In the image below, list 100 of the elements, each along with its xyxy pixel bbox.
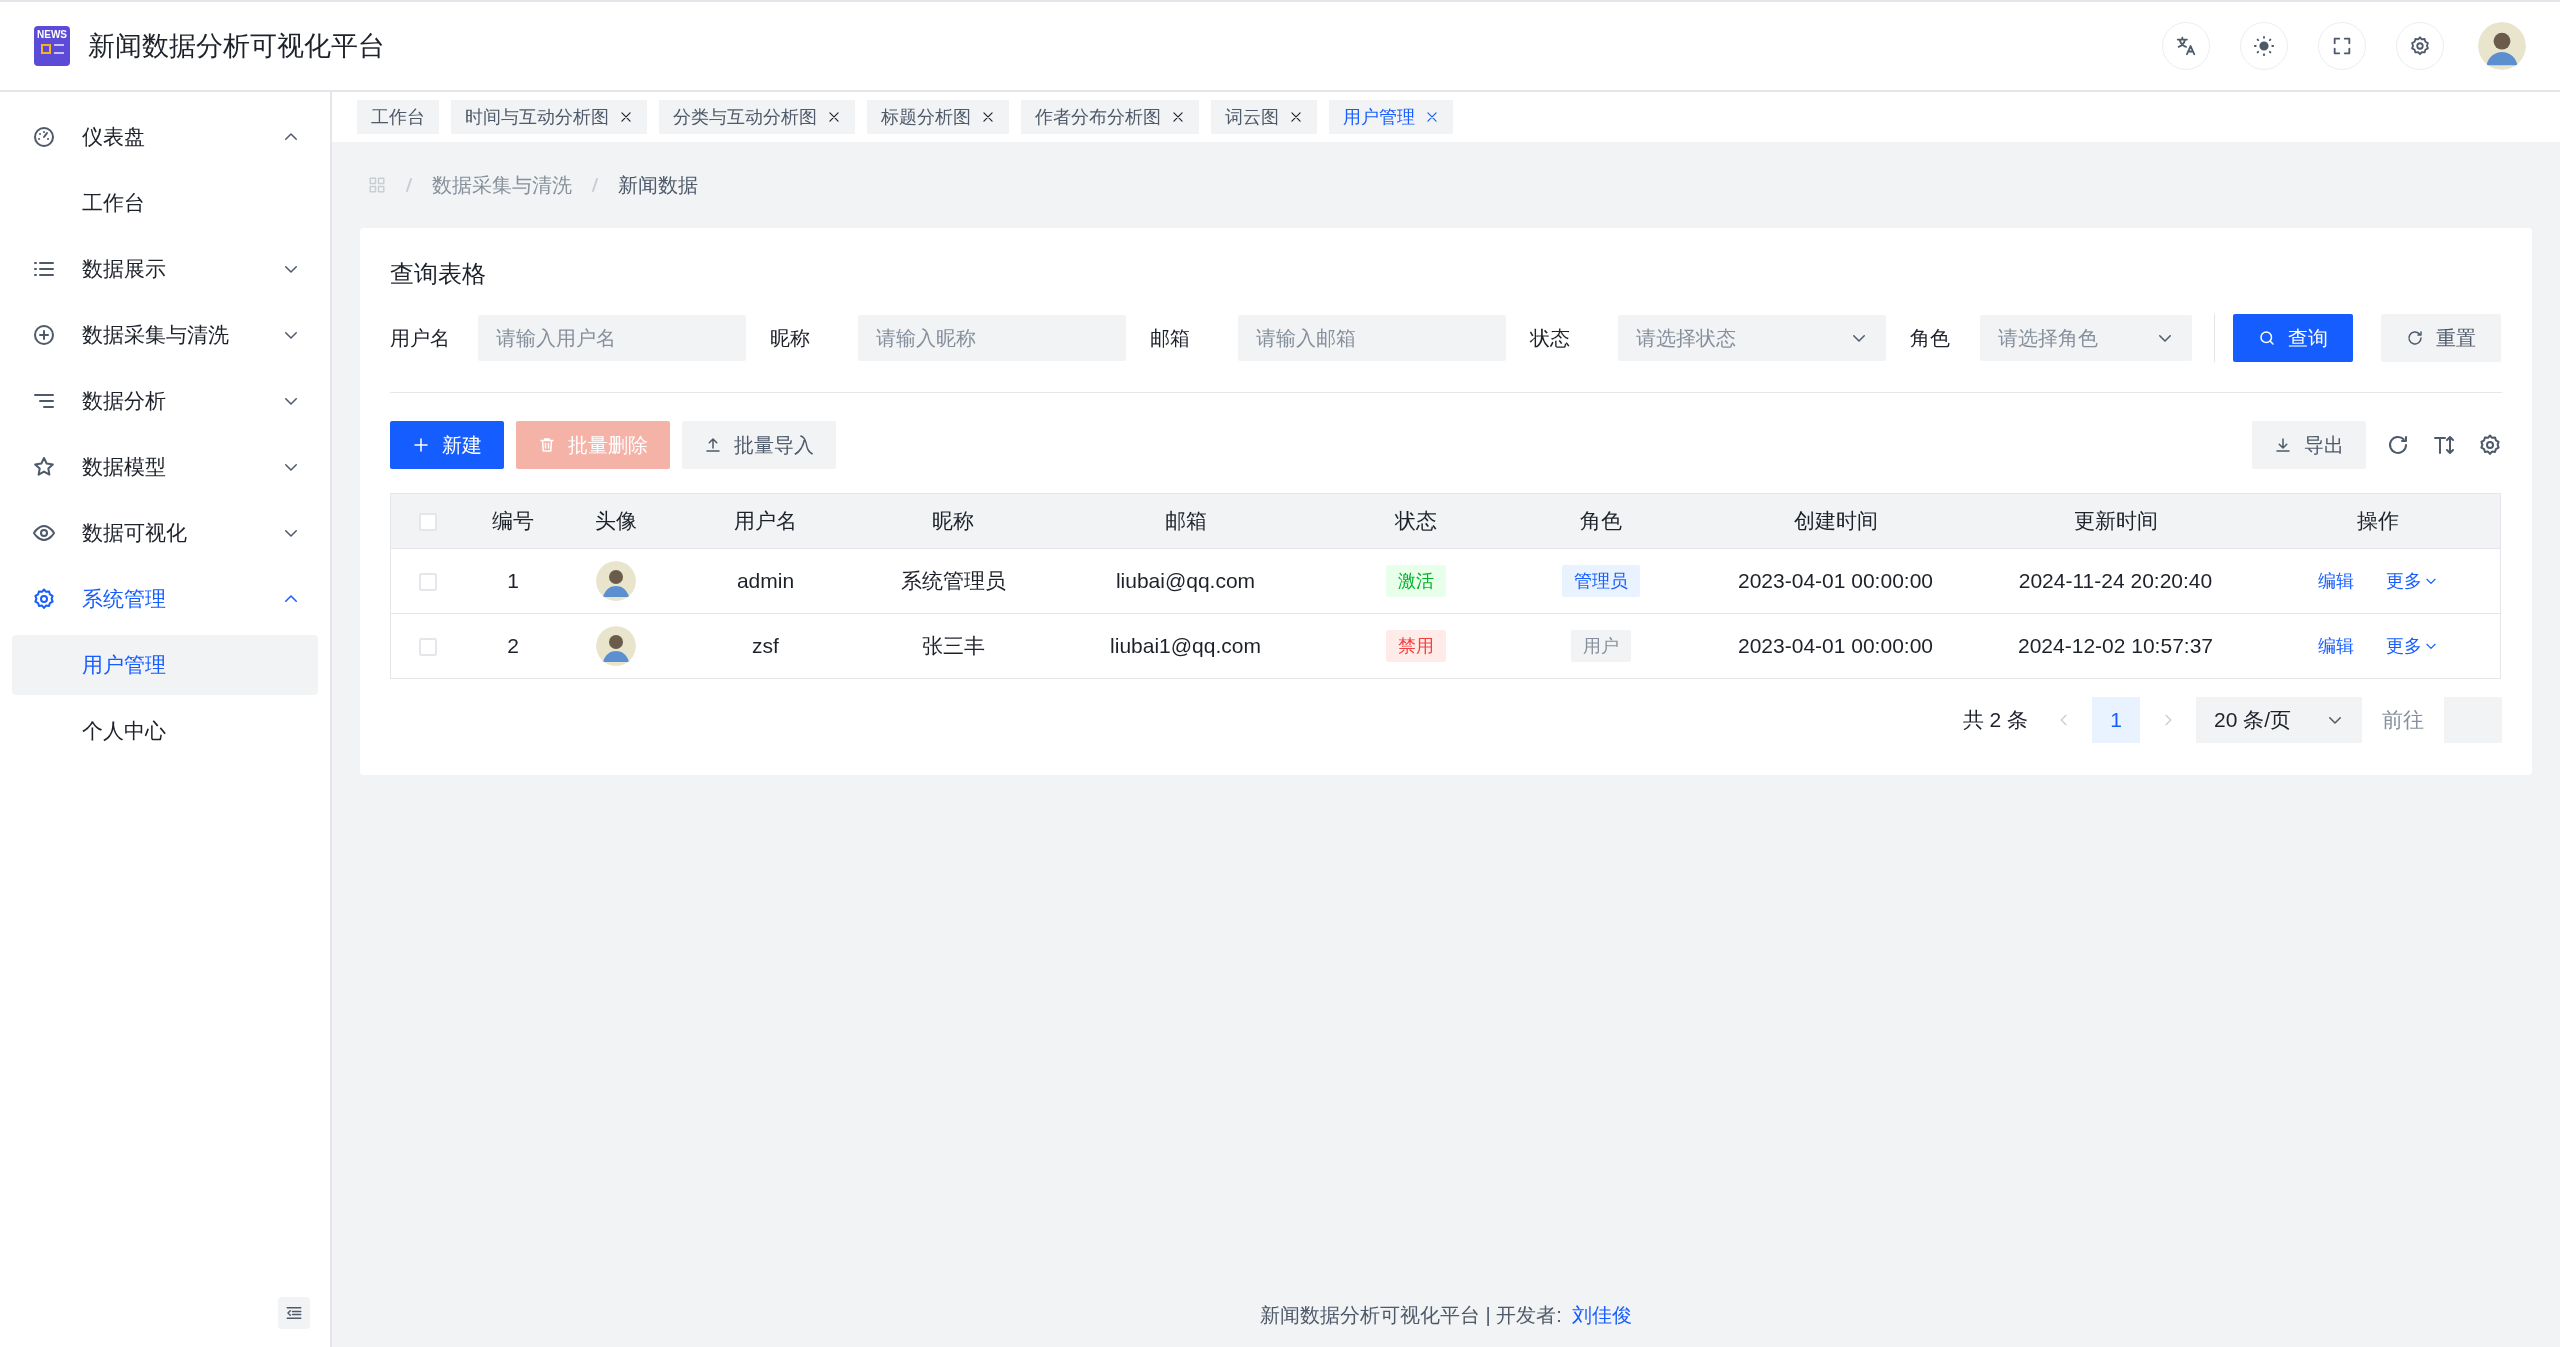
more-dropdown[interactable]: 更多 xyxy=(2385,634,2438,658)
tab[interactable]: 分类与互动分析图 xyxy=(659,100,855,134)
search-button[interactable]: 查询 xyxy=(2233,314,2353,362)
input-field[interactable]: 请输入邮箱 xyxy=(1238,315,1506,361)
translate-button[interactable] xyxy=(2162,22,2210,70)
tab[interactable]: 用户管理 xyxy=(1329,100,1453,134)
checkbox[interactable] xyxy=(419,573,438,592)
tab[interactable]: 作者分布分析图 xyxy=(1021,100,1199,134)
input-field[interactable]: 请输入用户名 xyxy=(478,315,746,361)
status-tag: 禁用 xyxy=(1385,630,1446,662)
settings-button[interactable] xyxy=(2396,22,2444,70)
upload-icon xyxy=(704,436,722,454)
tab[interactable]: 工作台 xyxy=(357,100,439,134)
field-label: 用户名 xyxy=(390,325,451,351)
refresh-icon[interactable] xyxy=(2386,433,2410,457)
role-tag: 管理员 xyxy=(1561,565,1640,597)
download-icon xyxy=(2274,436,2292,454)
column-header: 更新时间 xyxy=(2073,509,2158,532)
close-icon[interactable] xyxy=(981,110,995,124)
theme-icon xyxy=(2253,35,2275,57)
close-icon[interactable] xyxy=(1171,110,1185,124)
app-title: 新闻数据分析可视化平台 xyxy=(88,30,385,63)
column-header: 状态 xyxy=(1394,509,1437,532)
table-cell: liubai1@qq.com xyxy=(1110,634,1261,657)
column-header: 操作 xyxy=(2356,509,2399,532)
column-header: 头像 xyxy=(594,509,637,532)
apps-icon xyxy=(368,176,386,194)
separator-icon xyxy=(590,176,600,194)
breadcrumb-item: 新闻数据 xyxy=(618,172,698,198)
reset-button[interactable]: 重置 xyxy=(2381,314,2501,362)
goto-label: 前往 xyxy=(2382,707,2424,733)
close-icon[interactable] xyxy=(827,110,841,124)
close-icon[interactable] xyxy=(1289,110,1303,124)
tab[interactable]: 词云图 xyxy=(1211,100,1317,134)
field-label: 状态 xyxy=(1530,325,1571,351)
submenu-item[interactable]: 用户管理 xyxy=(12,635,318,695)
input-field[interactable]: 请输入昵称 xyxy=(858,315,1126,361)
checkbox[interactable] xyxy=(419,638,438,657)
table-cell: 1 xyxy=(507,569,519,592)
footer-text: 新闻数据分析可视化平台 | 开发者: xyxy=(1260,1302,1562,1328)
table-cell: 2024-11-24 20:20:40 xyxy=(2018,569,2213,592)
column-header: 昵称 xyxy=(932,509,974,532)
status-tag: 激活 xyxy=(1385,565,1446,597)
checkbox[interactable] xyxy=(419,513,438,532)
submenu-item[interactable]: 工作台 xyxy=(12,173,318,233)
menu-item[interactable]: 数据展示 xyxy=(12,236,318,302)
menu-item[interactable]: 数据可视化 xyxy=(12,500,318,566)
table-cell: 2023-04-01 00:00:00 xyxy=(1738,634,1933,657)
table-cell: zsf xyxy=(752,634,779,657)
card-title: 查询表格 xyxy=(390,259,487,289)
menu-item[interactable]: 数据模型 xyxy=(12,434,318,500)
avatar xyxy=(595,561,636,601)
close-icon[interactable] xyxy=(619,110,633,124)
logo-graphic-icon xyxy=(40,44,64,54)
menu-item[interactable]: 数据采集与清洗 xyxy=(12,302,318,368)
avatar[interactable] xyxy=(2478,22,2526,70)
search-icon xyxy=(2258,329,2276,347)
menu-item[interactable]: 数据分析 xyxy=(12,368,318,434)
table-cell: 2023-04-01 00:00:00 xyxy=(1738,569,1933,592)
tab[interactable]: 标题分析图 xyxy=(867,100,1009,134)
field-label: 邮箱 xyxy=(1150,325,1191,351)
table-cell: liubai@qq.com xyxy=(1115,569,1256,592)
page-button[interactable]: 1 xyxy=(2092,697,2140,743)
theme-button[interactable] xyxy=(2240,22,2288,70)
collapse-icon xyxy=(285,1304,303,1322)
star-icon xyxy=(32,455,56,479)
author-link[interactable]: 刘佳俊 xyxy=(1571,1301,1632,1329)
dashboard-icon xyxy=(32,125,56,149)
text-size-icon[interactable] xyxy=(2432,433,2456,457)
settings-icon xyxy=(2409,35,2431,57)
plus-circle-icon xyxy=(32,323,56,347)
collapse-button[interactable] xyxy=(278,1297,310,1329)
edit-link[interactable]: 编辑 xyxy=(2317,569,2354,593)
edit-link[interactable]: 编辑 xyxy=(2317,634,2354,658)
menu-item[interactable]: 仪表盘 xyxy=(12,104,318,170)
table-cell: admin xyxy=(736,569,795,592)
settings-icon[interactable] xyxy=(2478,433,2502,457)
menu-item[interactable]: 系统管理 xyxy=(12,566,318,632)
settings-icon xyxy=(32,587,56,611)
fullscreen-icon xyxy=(2331,35,2353,57)
batch-import-button[interactable]: 批量导入 xyxy=(682,421,836,469)
column-header: 创建时间 xyxy=(1793,509,1878,532)
export-button[interactable]: 导出 xyxy=(2252,421,2366,469)
table-cell: 2024-12-02 10:57:37 xyxy=(2018,634,2213,657)
translate-icon xyxy=(2175,35,2197,57)
column-header: 编号 xyxy=(492,509,534,532)
role-tag: 用户 xyxy=(1570,630,1631,662)
submenu-item[interactable]: 个人中心 xyxy=(12,701,318,761)
more-dropdown[interactable]: 更多 xyxy=(2385,569,2438,593)
table-cell: 张三丰 xyxy=(921,634,985,657)
field-label: 角色 xyxy=(1910,325,1951,351)
logo-text: NEWS xyxy=(37,29,67,40)
column-header: 角色 xyxy=(1579,509,1622,532)
avatar xyxy=(595,626,636,666)
trash-icon xyxy=(538,436,556,454)
column-header: 邮箱 xyxy=(1164,509,1207,532)
tab[interactable]: 时间与互动分析图 xyxy=(451,100,647,134)
new-button[interactable]: 新建 xyxy=(390,421,504,469)
fullscreen-button[interactable] xyxy=(2318,22,2366,70)
page-size-select[interactable]: 20 条/页 xyxy=(2196,697,2362,743)
